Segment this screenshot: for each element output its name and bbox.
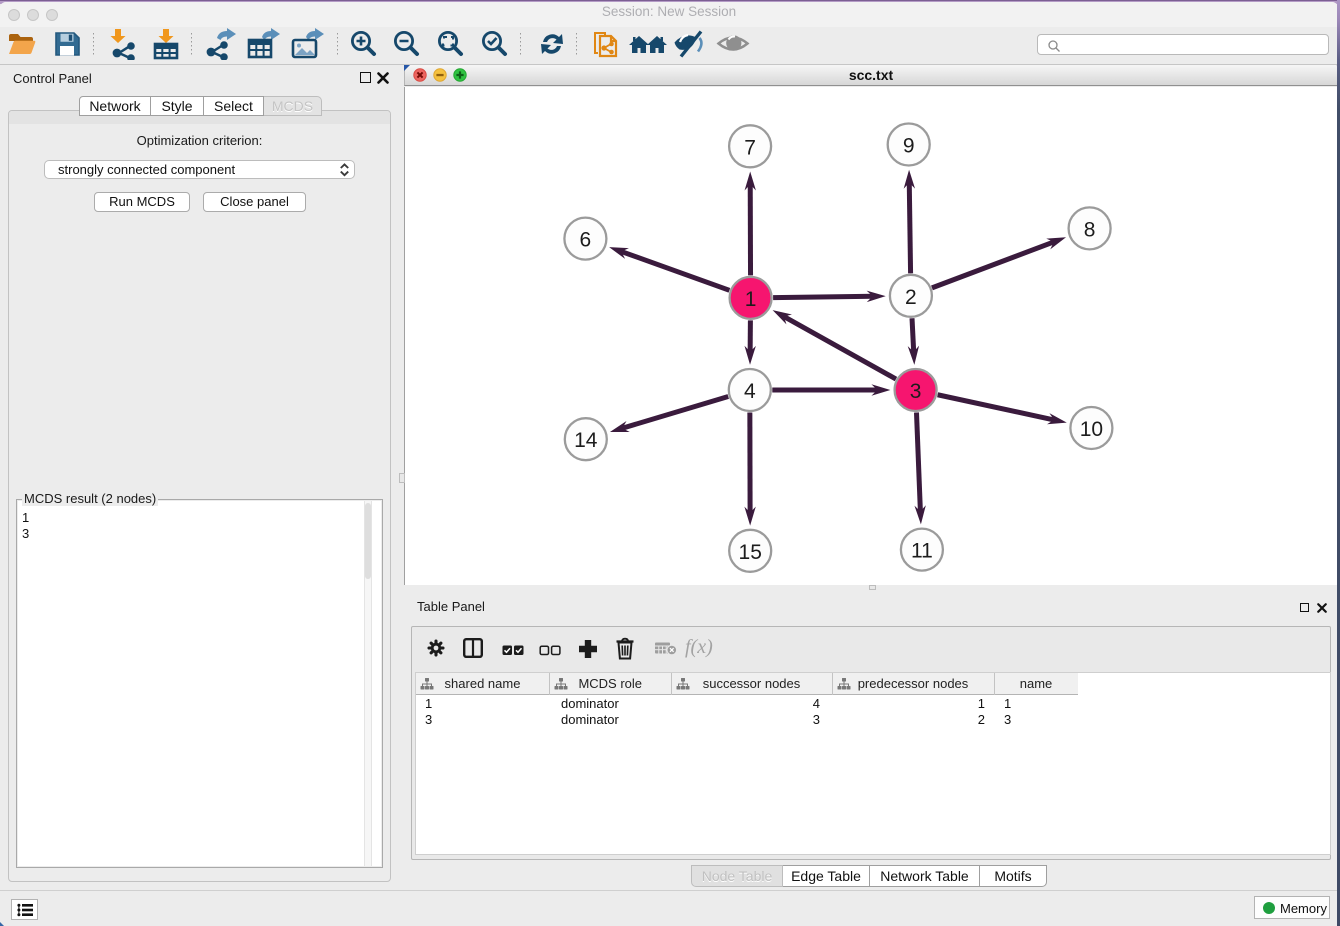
svg-text:6: 6	[580, 229, 592, 252]
svg-text:9: 9	[903, 135, 915, 158]
svg-text:1: 1	[745, 288, 757, 311]
svg-text:14: 14	[574, 429, 598, 452]
svg-text:8: 8	[1084, 218, 1096, 241]
svg-text:11: 11	[911, 540, 933, 563]
svg-text:4: 4	[744, 380, 756, 403]
svg-text:7: 7	[744, 136, 756, 159]
svg-text:15: 15	[739, 541, 762, 564]
svg-text:3: 3	[910, 380, 922, 403]
svg-text:2: 2	[905, 286, 917, 309]
svg-text:10: 10	[1080, 418, 1103, 441]
